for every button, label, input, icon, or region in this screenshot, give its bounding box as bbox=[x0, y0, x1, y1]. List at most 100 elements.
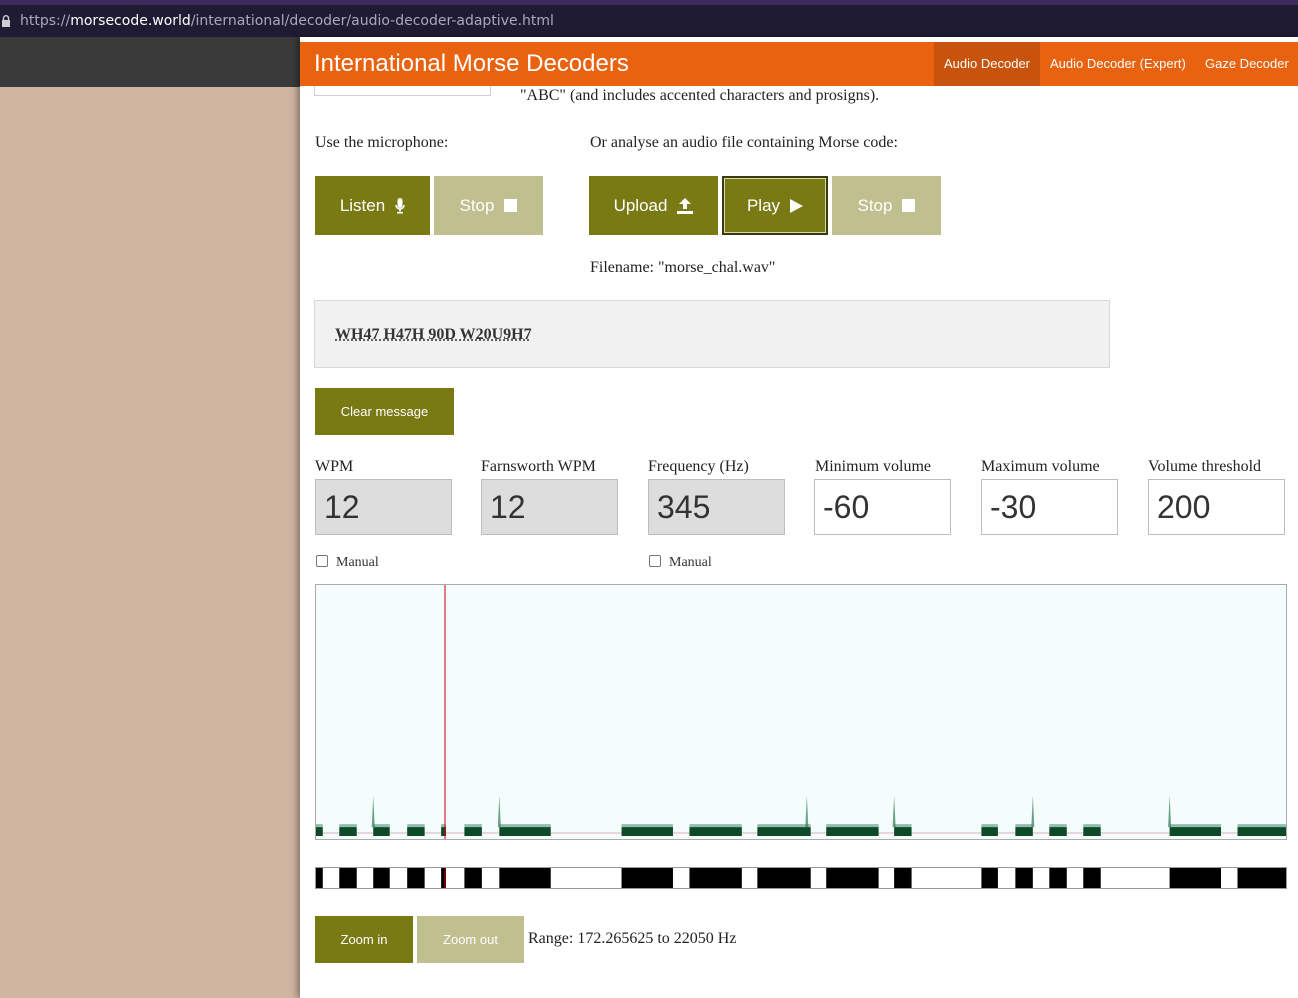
timeline-segment bbox=[894, 868, 912, 888]
abc-note: "ABC" (and includes accented characters … bbox=[520, 87, 880, 104]
upload-icon bbox=[677, 197, 694, 214]
signal-spike bbox=[892, 795, 896, 828]
frequency-field[interactable]: 345 bbox=[648, 479, 785, 535]
text-input-partial[interactable] bbox=[314, 86, 491, 96]
nav-audio-decoder[interactable]: Audio Decoder bbox=[934, 42, 1040, 86]
signal-segment-glow bbox=[316, 824, 323, 828]
address-bar[interactable]: https://morsecode.world/international/de… bbox=[0, 5, 1298, 37]
url-text[interactable]: https://morsecode.world/international/de… bbox=[20, 5, 554, 37]
signal-segment bbox=[1049, 827, 1067, 837]
play-button[interactable]: Play bbox=[722, 176, 828, 235]
timeline-segment bbox=[689, 868, 742, 888]
signal-segment-glow bbox=[981, 824, 998, 828]
farnsworth-wpm-field[interactable]: 12 bbox=[481, 479, 618, 535]
wpm-manual-label: Manual bbox=[336, 555, 379, 570]
volume-threshold-field[interactable]: 200 bbox=[1148, 479, 1285, 535]
wpm-manual-checkbox[interactable] bbox=[316, 555, 328, 567]
signal-spike bbox=[1031, 795, 1035, 828]
signal-segment bbox=[373, 827, 390, 837]
signal-spike bbox=[371, 795, 375, 828]
signal-segment bbox=[339, 827, 357, 837]
microphone-icon bbox=[395, 197, 405, 213]
signal-segment bbox=[316, 827, 323, 837]
file-stop-label: Stop bbox=[857, 195, 893, 215]
timeline-segment bbox=[1049, 868, 1067, 888]
timeline-bar[interactable] bbox=[315, 867, 1287, 889]
nav-gaze-decoder[interactable]: Gaze Decoder bbox=[1195, 42, 1298, 86]
signal-segment bbox=[689, 827, 742, 837]
min-volume-field[interactable]: -60 bbox=[814, 479, 951, 535]
signal-segment-glow bbox=[1169, 824, 1222, 828]
decoded-message-text: WH47 H47H 90D W20U9H7 bbox=[335, 326, 532, 343]
decoded-message-box: WH47 H47H 90D W20U9H7 bbox=[314, 300, 1110, 368]
mic-stop-button[interactable]: Stop bbox=[434, 176, 543, 235]
nav-audio-decoder-expert[interactable]: Audio Decoder (Expert) bbox=[1040, 42, 1196, 86]
spectrogram-canvas[interactable] bbox=[315, 584, 1287, 840]
left-background bbox=[0, 87, 300, 998]
timeline-segment bbox=[757, 868, 811, 888]
frequency-manual-checkbox[interactable] bbox=[649, 555, 661, 567]
clear-message-button[interactable]: Clear message bbox=[315, 388, 454, 435]
max-volume-field[interactable]: -30 bbox=[981, 479, 1118, 535]
stop-icon bbox=[504, 199, 518, 212]
file-stop-button[interactable]: Stop bbox=[832, 176, 941, 235]
signal-segment bbox=[499, 827, 551, 837]
signal-segment-glow bbox=[1049, 824, 1067, 828]
file-label: Or analyse an audio file containing Mors… bbox=[590, 134, 898, 151]
timeline-segment bbox=[499, 868, 551, 888]
signal-segment bbox=[464, 827, 482, 837]
timeline-segment bbox=[621, 868, 673, 888]
signal-segment-glow bbox=[621, 824, 673, 828]
signal-segment-glow bbox=[499, 824, 551, 828]
signal-segment-glow bbox=[373, 824, 390, 828]
frequency-manual-label: Manual bbox=[669, 555, 712, 570]
signal-spike bbox=[1168, 795, 1172, 828]
timeline-segment bbox=[1237, 868, 1286, 888]
signal-segment-glow bbox=[407, 824, 425, 828]
timeline-segment bbox=[407, 868, 425, 888]
site-title[interactable]: International Morse Decoders bbox=[314, 42, 629, 86]
signal-segment bbox=[757, 827, 811, 837]
timeline-segment bbox=[981, 868, 998, 888]
signal-segment-glow bbox=[894, 824, 912, 828]
top-nav: International Morse Decoders Audio Decod… bbox=[300, 42, 1298, 86]
page-content: International Morse Decoders Audio Decod… bbox=[300, 37, 1298, 998]
wpm-label: WPM bbox=[315, 458, 354, 475]
max-volume-label: Maximum volume bbox=[981, 458, 1100, 475]
signal-segment bbox=[1169, 827, 1222, 837]
signal-segment-glow bbox=[339, 824, 357, 828]
zoom-in-button[interactable]: Zoom in bbox=[315, 916, 413, 963]
timeline-segment bbox=[1083, 868, 1101, 888]
volume-threshold-label: Volume threshold bbox=[1148, 458, 1262, 475]
play-icon bbox=[790, 198, 804, 213]
min-volume-label: Minimum volume bbox=[815, 458, 931, 475]
timeline-segment bbox=[464, 868, 482, 888]
timeline-segment bbox=[339, 868, 357, 888]
upload-button[interactable]: Upload bbox=[589, 176, 718, 235]
play-label: Play bbox=[746, 195, 781, 215]
listen-button[interactable]: Listen bbox=[315, 176, 430, 235]
timeline-segment bbox=[316, 868, 323, 888]
range-text: Range: 172.265625 to 22050 Hz bbox=[528, 930, 737, 947]
signal-segment-glow bbox=[1237, 824, 1286, 828]
signal-segment bbox=[407, 827, 425, 837]
signal-segment bbox=[981, 827, 998, 837]
signal-segment bbox=[826, 827, 879, 837]
signal-segment-glow bbox=[689, 824, 742, 828]
signal-segment-glow bbox=[1015, 824, 1033, 828]
zoom-out-button[interactable]: Zoom out bbox=[417, 916, 524, 963]
timeline-segment bbox=[1169, 868, 1222, 888]
signal-segment bbox=[1083, 827, 1101, 837]
signal-segment bbox=[894, 827, 912, 837]
signal-spike bbox=[497, 795, 501, 828]
mic-stop-label: Stop bbox=[459, 195, 495, 215]
signal-segment bbox=[1237, 827, 1286, 837]
lock-icon bbox=[2, 15, 10, 27]
timeline-segment bbox=[1015, 868, 1033, 888]
wpm-field[interactable]: 12 bbox=[315, 479, 452, 535]
frequency-label: Frequency (Hz) bbox=[648, 458, 749, 475]
timeline-segment bbox=[373, 868, 390, 888]
signal-segment-glow bbox=[464, 824, 482, 828]
signal-segment bbox=[621, 827, 673, 837]
farnsworth-wpm-label: Farnsworth WPM bbox=[481, 458, 596, 475]
